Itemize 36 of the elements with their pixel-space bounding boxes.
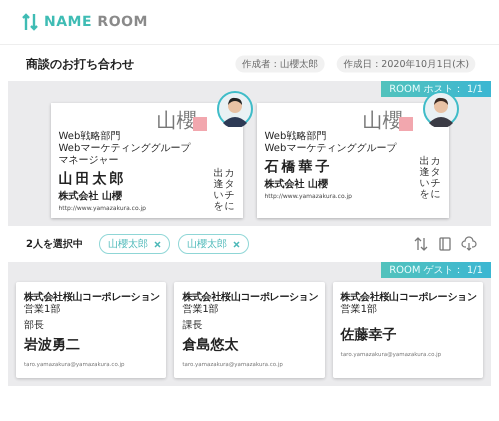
person-name: 倉島悠太 xyxy=(182,336,240,354)
close-icon[interactable] xyxy=(232,240,240,248)
department-text: 営業1部 xyxy=(182,304,220,316)
department-text: Webマーケティンググループ xyxy=(58,143,192,155)
company-name: 株式会社桜山コーポレーション xyxy=(340,292,477,304)
department-text: Web戦略部門 xyxy=(264,131,328,143)
job-title: 課長 xyxy=(182,320,204,332)
sort-icon[interactable] xyxy=(413,236,429,252)
company-name: 株式会社 山櫻 xyxy=(264,179,329,191)
company-name: 株式会社桜山コーポレーション xyxy=(182,292,319,304)
person-name: 佐藤幸子 xyxy=(340,326,398,344)
department-text: Webマーケティンググループ xyxy=(264,143,398,155)
department-text: Web戦略部門 xyxy=(58,131,122,143)
meeting-title: 商談のお打ち合わせ xyxy=(26,56,135,72)
department-text: マネージャー xyxy=(58,155,120,167)
logo-icon xyxy=(22,13,38,31)
person-name: 岩波勇二 xyxy=(24,336,81,354)
company-name: 株式会社 山櫻 xyxy=(58,191,123,203)
person-name: 石橋華子 xyxy=(264,158,334,176)
department-text: 営業1部 xyxy=(24,304,62,316)
tagline-text: 出逢いを xyxy=(420,156,430,200)
meta-tag: 作成者：山櫻太郎 xyxy=(235,55,324,73)
selection-count: 2人を選択中 xyxy=(26,238,83,251)
job-title: 部長 xyxy=(24,320,45,332)
person-name: 山田太郎 xyxy=(58,170,128,188)
close-icon[interactable] xyxy=(154,240,161,248)
tagline-text: カタチに xyxy=(224,168,234,212)
tagline-text: 出逢いを xyxy=(214,168,224,212)
cloud-download-icon[interactable] xyxy=(461,236,477,252)
department-text: 営業1部 xyxy=(340,304,378,316)
tagline-text: カタチに xyxy=(430,156,440,200)
room-badge: ROOM ゲスト： 1/1 xyxy=(381,262,491,278)
company-name: 株式会社桜山コーポレーション xyxy=(24,292,160,304)
copy-icon[interactable] xyxy=(437,236,453,252)
meta-tag: 作成日：2020年10月1日(木) xyxy=(336,55,476,73)
logo: NAME ROOM xyxy=(44,14,148,30)
